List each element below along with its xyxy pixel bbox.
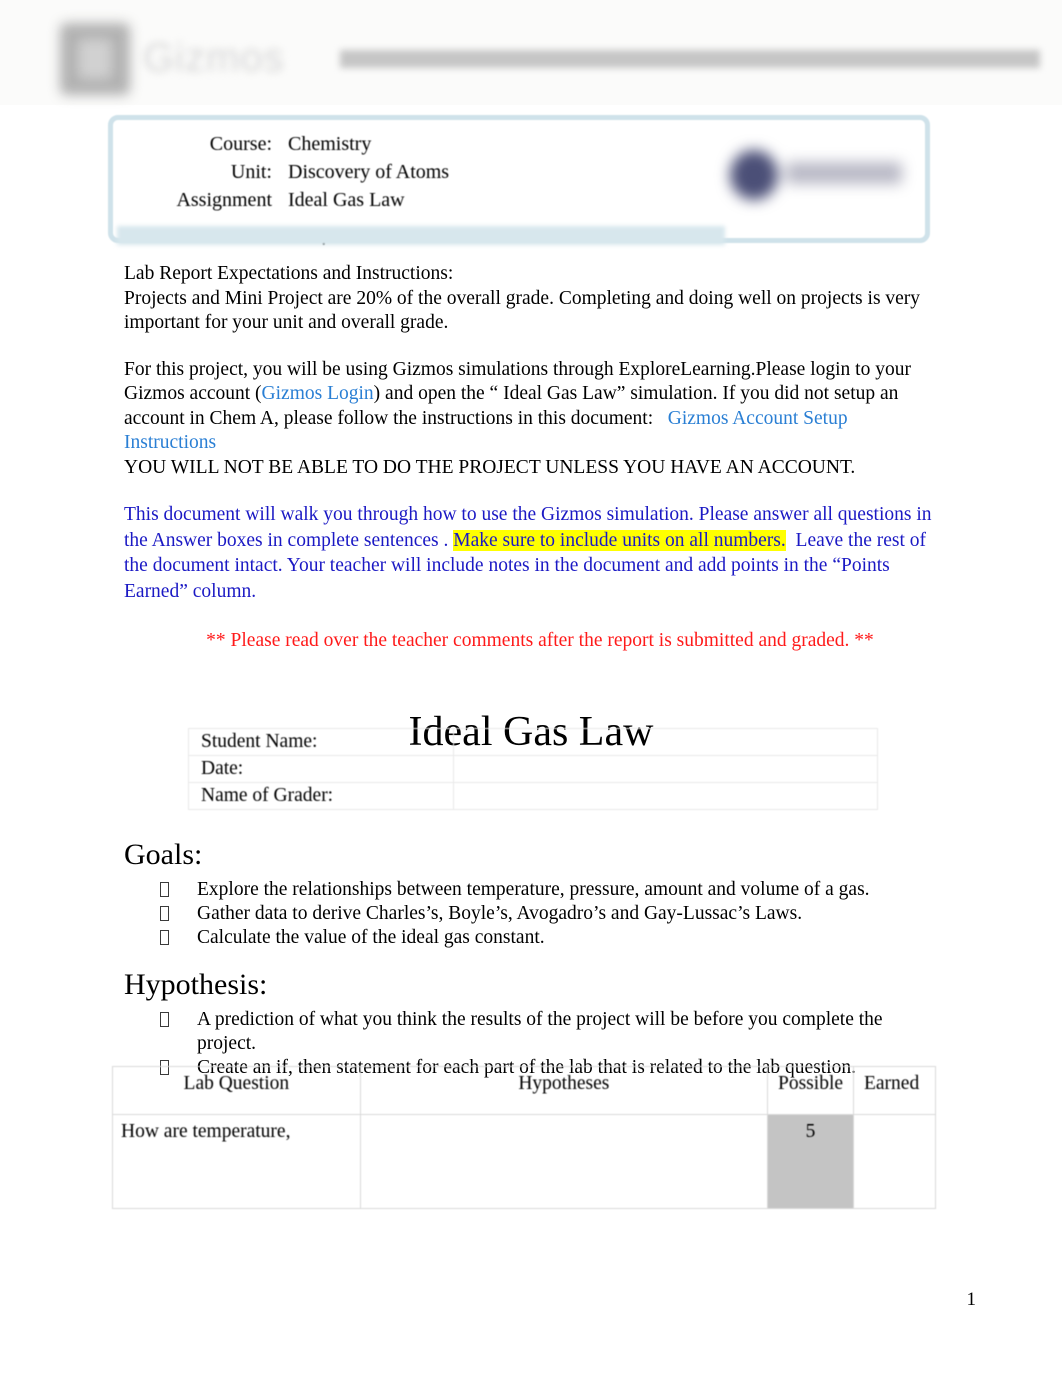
header-decoration-bar xyxy=(340,50,1040,68)
column-header-hypotheses: Hypotheses xyxy=(359,1066,769,1115)
earned-points-cell[interactable] xyxy=(852,1114,937,1209)
gizmos-logo-icon xyxy=(60,23,130,95)
assignment-row: Assignment Ideal Gas Law xyxy=(133,186,733,214)
school-logo-wordmark xyxy=(786,162,902,184)
hypotheses-answer-cell[interactable] xyxy=(359,1114,769,1209)
goal-text: Gather data to derive Charles’s, Boyle’s… xyxy=(197,903,803,924)
gizmos-logo-wordmark: Gizmos xyxy=(143,36,285,80)
list-item: Calculate the value of the ideal gas con… xyxy=(160,926,944,950)
bullet-box-icon xyxy=(160,906,169,921)
unit-row: Unit: Discovery of Atoms xyxy=(133,158,733,186)
bullet-box-icon xyxy=(160,882,169,897)
assignment-value: Ideal Gas Law xyxy=(288,189,405,211)
student-name-field[interactable] xyxy=(452,728,879,756)
student-info-table: Student Name: Date: Name of Grader: xyxy=(188,728,879,810)
table-row: Date: xyxy=(188,755,879,783)
possible-points-cell: 5 xyxy=(767,1114,854,1209)
hypothesis-heading: Hypothesis: xyxy=(124,968,268,1001)
goals-section: Goals: Explore the relationships between… xyxy=(124,838,944,950)
school-logo-mark xyxy=(730,150,778,200)
unit-label: Unit: xyxy=(230,161,272,183)
lab-question-cell: How are temperature, xyxy=(112,1114,361,1209)
bullet-box-icon xyxy=(160,930,169,945)
course-label: Course: xyxy=(209,133,272,155)
course-info-box: Course: Chemistry Unit: Discovery of Ato… xyxy=(108,115,930,250)
list-item: Explore the relationships between temper… xyxy=(160,878,944,902)
goals-list: Explore the relationships between temper… xyxy=(124,878,944,950)
student-name-label: Student Name: xyxy=(188,728,454,756)
column-header-earned: Earned xyxy=(852,1066,937,1115)
paragraph-spacer-2 xyxy=(124,480,938,502)
goal-text: Calculate the value of the ideal gas con… xyxy=(197,927,545,948)
teacher-comments-note: ** Please read over the teacher comments… xyxy=(206,630,874,651)
list-item: Gather data to derive Charles’s, Boyle’s… xyxy=(160,902,944,926)
walkthrough-paragraph: This document will walk you through how … xyxy=(124,502,938,604)
page-header-band: Gizmos xyxy=(0,0,1062,105)
assignment-label: Assignment xyxy=(176,189,272,211)
course-row: Course: Chemistry xyxy=(133,130,733,158)
instructions-paragraph-2: For this project, you will be using Gizm… xyxy=(124,358,938,481)
table-row: Student Name: xyxy=(188,728,879,756)
page-number: 1 xyxy=(966,1289,977,1310)
account-warning-text: YOU WILL NOT BE ABLE TO DO THE PROJECT U… xyxy=(124,456,856,478)
hypothesis-grading-table: Lab Question Hypotheses Possible Earned … xyxy=(112,1066,937,1209)
course-info-rows: Course: Chemistry Unit: Discovery of Ato… xyxy=(133,130,733,214)
column-header-lab-question: Lab Question xyxy=(112,1066,361,1115)
hypothesis-section: Hypothesis: A prediction of what you thi… xyxy=(124,968,944,1080)
bullet-box-icon xyxy=(160,1012,169,1027)
hypothesis-text: A prediction of what you think the resul… xyxy=(197,1009,883,1054)
instructions-paragraph-1: Projects and Mini Project are 20% of the… xyxy=(124,287,921,334)
grader-name-field[interactable] xyxy=(452,782,879,810)
units-highlight-text: Make sure to include units on all number… xyxy=(453,529,786,551)
table-row: How are temperature, 5 xyxy=(112,1114,937,1209)
course-box-inner-bar xyxy=(117,226,725,245)
goals-heading: Goals: xyxy=(124,838,203,871)
date-label: Date: xyxy=(188,755,454,783)
instructions-section: Lab Report Expectations and Instructions… xyxy=(124,262,938,652)
grader-name-label: Name of Grader: xyxy=(188,782,454,810)
column-header-possible: Possible xyxy=(767,1066,854,1115)
date-field[interactable] xyxy=(452,755,879,783)
course-value: Chemistry xyxy=(288,133,372,155)
table-header-row: Lab Question Hypotheses Possible Earned xyxy=(112,1066,937,1115)
gizmos-login-link[interactable]: Gizmos Login xyxy=(262,383,374,404)
goal-text: Explore the relationships between temper… xyxy=(197,879,870,900)
table-row: Name of Grader: xyxy=(188,782,879,810)
unit-value: Discovery of Atoms xyxy=(288,161,450,183)
school-logo-icon xyxy=(722,148,907,204)
instructions-heading: Lab Report Expectations and Instructions… xyxy=(124,263,454,284)
list-item: A prediction of what you think the resul… xyxy=(160,1008,944,1056)
gizmos-intro-text: For this project, you will be using Gizm… xyxy=(124,358,756,380)
